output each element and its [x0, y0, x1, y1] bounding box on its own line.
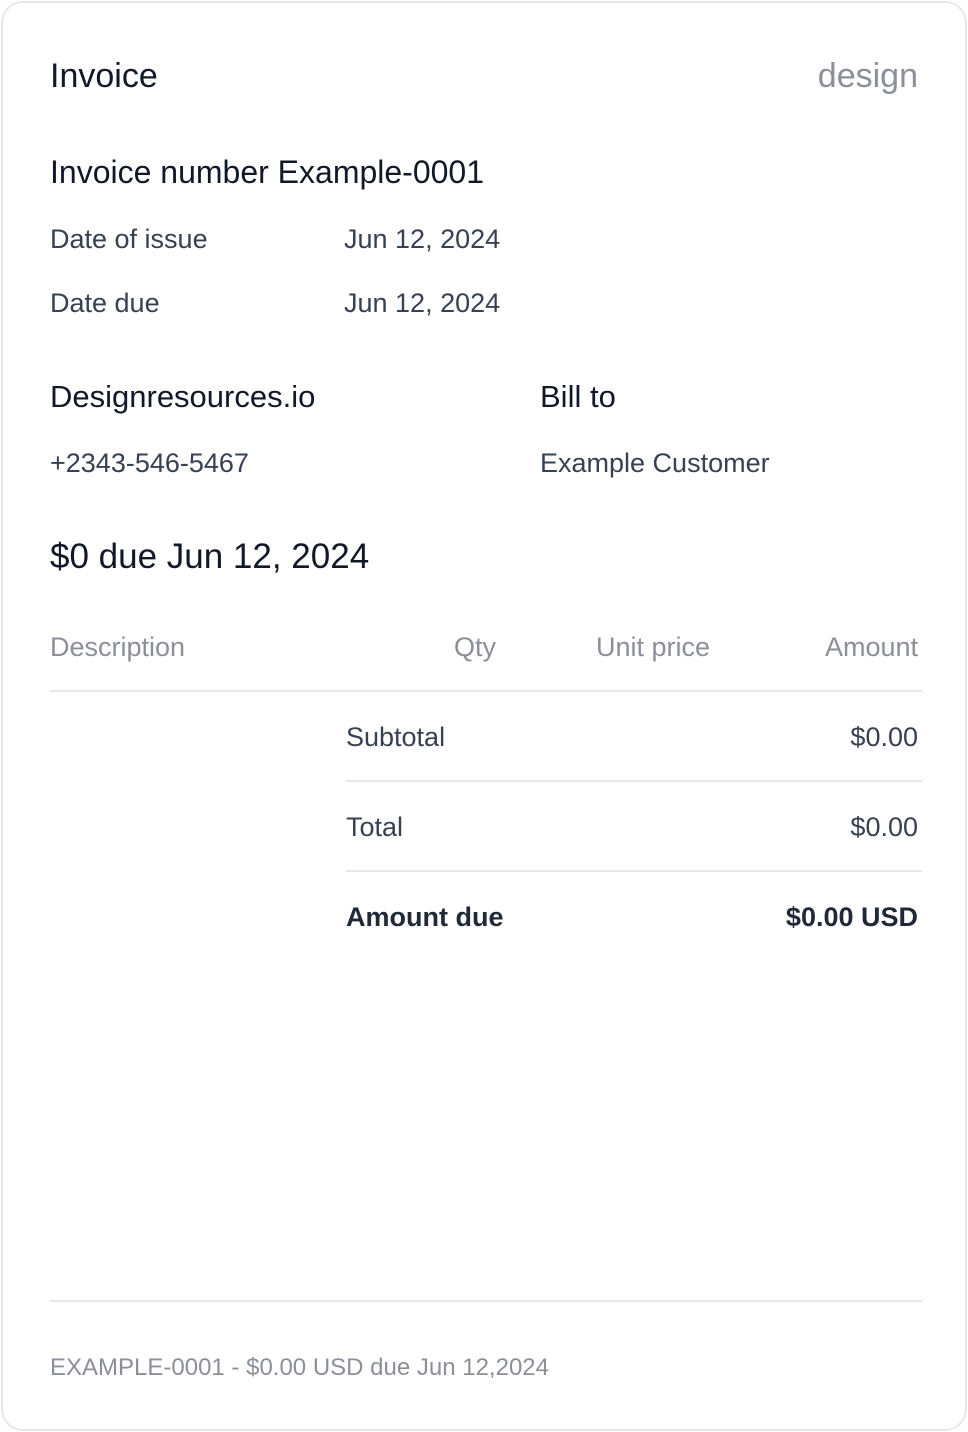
date-of-issue-label: Date of issue	[50, 224, 208, 254]
bill-to-customer: Example Customer	[540, 448, 770, 478]
footer-divider	[50, 1300, 922, 1302]
invoice-title: Invoice	[50, 57, 158, 95]
column-header-unit-price: Unit price	[596, 632, 711, 662]
total-label: Total	[346, 812, 404, 842]
total-divider	[346, 870, 922, 872]
date-due-label: Date due	[50, 288, 160, 318]
sender-phone: +2343-546-5467	[50, 448, 249, 478]
total-value: $0.00	[850, 812, 918, 842]
subtotal-label: Subtotal	[346, 722, 446, 752]
amount-due-value: $0.00 USD	[785, 902, 918, 932]
invoice-card: Invoice design Invoice number Example-00…	[1, 1, 967, 1431]
invoice-number: Invoice number Example-0001	[50, 154, 485, 190]
amount-due-label: Amount due	[346, 902, 504, 932]
date-due-value: Jun 12, 2024	[344, 288, 501, 318]
subtotal-value: $0.00	[850, 722, 918, 752]
table-header-divider	[50, 690, 922, 692]
column-header-amount: Amount	[824, 632, 918, 662]
amount-due-headline: $0 due Jun 12, 2024	[50, 537, 370, 576]
bill-to-heading: Bill to	[540, 379, 616, 414]
column-header-description: Description	[50, 632, 186, 662]
column-header-qty: Qty	[454, 632, 497, 662]
brand-logo-text: design	[817, 57, 918, 95]
date-of-issue-value: Jun 12, 2024	[344, 224, 501, 254]
sender-name: Designresources.io	[50, 379, 316, 414]
footer-summary: EXAMPLE-0001 - $0.00 USD due Jun 12,2024	[50, 1354, 549, 1381]
subtotal-divider	[346, 780, 922, 782]
